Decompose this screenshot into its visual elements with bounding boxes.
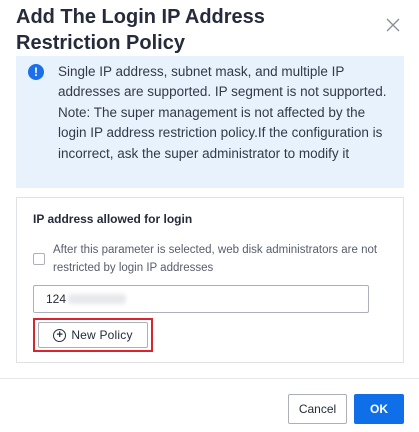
close-icon[interactable] (385, 17, 401, 38)
new-policy-label: New Policy (71, 328, 133, 342)
ip-policy-panel: IP address allowed for login After this … (16, 197, 404, 363)
ip-address-value: 124 (46, 292, 67, 306)
close-button[interactable] (383, 17, 403, 37)
plus-circle-icon: + (53, 328, 67, 342)
panel-title: IP address allowed for login (33, 212, 193, 226)
bypass-restriction-label: After this parameter is selected, web di… (53, 244, 378, 274)
add-ip-restriction-dialog: Add The Login IP Address Restriction Pol… (0, 0, 419, 432)
bypass-restriction-checkbox[interactable] (33, 253, 45, 265)
ip-address-input[interactable]: 124 (33, 285, 369, 313)
footer-divider (0, 378, 419, 379)
ok-button[interactable]: OK (354, 394, 404, 424)
info-notice: ! Single IP address, subnet mask, and mu… (16, 56, 404, 188)
new-policy-button[interactable]: + New Policy (38, 322, 148, 348)
dialog-title: Add The Login IP Address Restriction Pol… (16, 6, 265, 54)
info-icon: ! (28, 64, 44, 80)
ip-address-masked (68, 294, 127, 304)
cancel-button[interactable]: Cancel (288, 394, 347, 424)
notice-text: Single IP address, subnet mask, and mult… (58, 64, 387, 161)
